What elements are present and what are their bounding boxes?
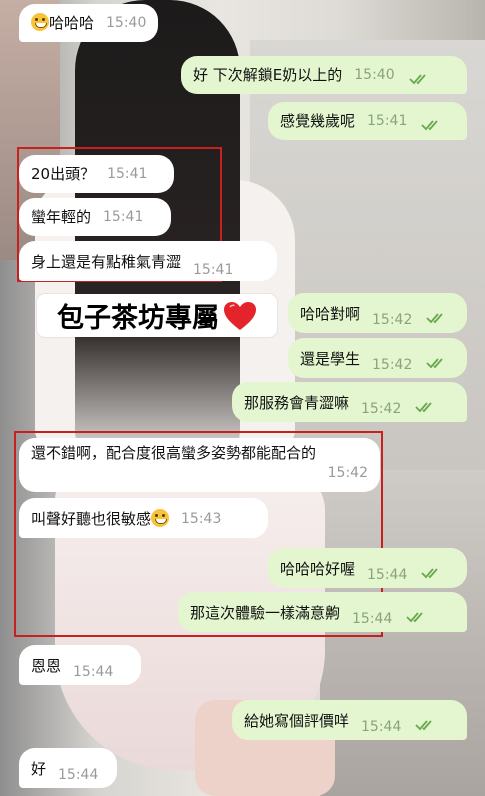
message-text: 還不錯啊，配合度很高蠻多姿勢都能配合的 [31, 444, 317, 462]
message-incoming[interactable]: 蠻年輕的 15:41 [19, 198, 171, 236]
message-incoming[interactable]: 哈哈哈 15:40 [19, 4, 159, 42]
message-time: 15:41 [103, 209, 144, 225]
message-text: 哈哈對啊 [300, 305, 361, 323]
message-text: 叫聲好聽也很敏感 [31, 509, 170, 529]
double-check-icon [421, 119, 443, 131]
message-text: 那這次體驗一樣滿意齁 [190, 604, 341, 622]
message-incoming[interactable]: 身上還是有點稚氣青澀 15:41 [19, 241, 277, 281]
message-time: 15:43 [181, 511, 222, 527]
message-text: 身上還是有點稚氣青澀 [31, 253, 182, 271]
message-text: 蠻年輕的 [31, 208, 92, 226]
message-text: 還是學生 [300, 350, 361, 368]
message-outgoing[interactable]: 哈哈對啊 15:42 [288, 293, 467, 333]
message-time: 15:44 [58, 767, 99, 783]
message-outgoing[interactable]: 哈哈哈好喔 15:44 [268, 548, 467, 588]
message-time: 15:44 [367, 567, 408, 583]
message-incoming[interactable]: 還不錯啊，配合度很高蠻多姿勢都能配合的 15:42 [19, 438, 380, 492]
message-incoming[interactable]: 恩恩 15:44 [19, 645, 141, 685]
message-text: 哈哈哈好喔 [280, 560, 356, 578]
message-outgoing[interactable]: 還是學生 15:42 [288, 338, 467, 378]
message-time: 15:44 [73, 664, 114, 680]
double-check-icon [426, 312, 448, 324]
message-text: 感覺幾歲呢 [280, 112, 356, 130]
message-incoming[interactable]: 20出頭？ 15:41 [19, 155, 174, 193]
double-check-icon [415, 401, 437, 413]
laughing-emoji-icon [151, 509, 170, 527]
message-time: 15:42 [327, 465, 368, 481]
message-text: 給她寫個評價咩 [244, 712, 350, 730]
message-outgoing[interactable]: 好 下次解鎖E奶以上的 15:40 [181, 56, 467, 94]
message-text: 那服務會青澀嘛 [244, 394, 350, 412]
message-time: 15:41 [193, 262, 234, 278]
message-time: 15:42 [372, 357, 413, 373]
message-text: 20出頭？ [31, 165, 96, 183]
double-check-icon [426, 357, 448, 369]
message-time: 15:44 [352, 611, 393, 627]
double-check-icon [408, 73, 431, 85]
message-outgoing[interactable]: 那這次體驗一樣滿意齁 15:44 [178, 592, 467, 632]
message-outgoing[interactable]: 那服務會青澀嘛 15:42 [232, 382, 467, 422]
message-outgoing[interactable]: 給她寫個評價咩 15:44 [232, 700, 467, 740]
message-incoming[interactable]: 好 15:44 [19, 748, 117, 788]
double-check-icon [415, 719, 437, 731]
message-incoming[interactable]: 叫聲好聽也很敏感 15:43 [19, 498, 268, 538]
message-text: 好 [31, 760, 47, 778]
double-check-icon [421, 567, 443, 579]
message-time: 15:40 [354, 67, 395, 83]
message-time: 15:44 [361, 719, 402, 735]
grin-emoji-icon [31, 13, 49, 31]
message-time: 15:41 [107, 166, 148, 182]
red-heart-icon [224, 301, 256, 330]
message-time: 15:40 [106, 15, 147, 31]
message-time: 15:41 [367, 113, 408, 129]
message-text: 哈哈哈 [31, 13, 94, 33]
message-text: 好 下次解鎖E奶以上的 [193, 66, 343, 84]
banner-text: 包子茶坊專屬 [57, 303, 219, 334]
shop-banner: 包子茶坊專屬 [37, 294, 277, 337]
message-outgoing[interactable]: 感覺幾歲呢 15:41 [268, 102, 467, 140]
message-text: 恩恩 [31, 657, 62, 675]
double-check-icon [406, 611, 428, 623]
message-time: 15:42 [361, 401, 402, 417]
message-time: 15:42 [372, 312, 413, 328]
